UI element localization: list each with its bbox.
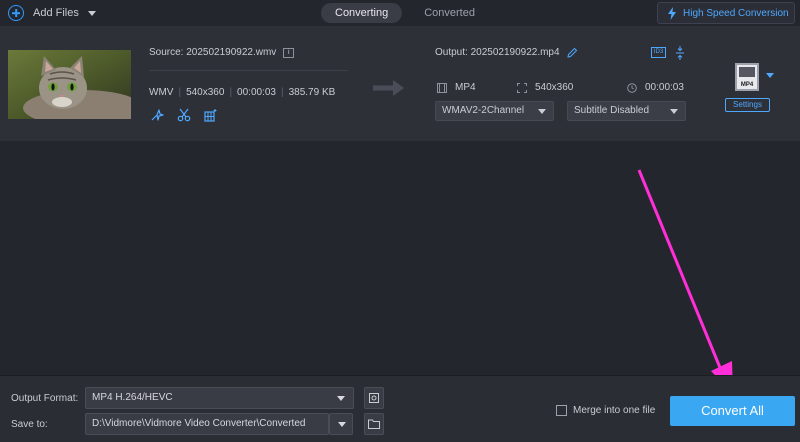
source-filename: Source: 202502190922.wmv i xyxy=(149,47,295,58)
save-to-label: Save to: xyxy=(11,419,48,430)
chevron-down-icon xyxy=(337,396,345,401)
audio-track-value: WMAV2-2Channel xyxy=(442,105,525,116)
file-item-row: Source: 202502190922.wmv i WMV | 540x360 |… xyxy=(0,26,800,141)
app-window: Add Files Converting Converted High Spee… xyxy=(0,0,800,442)
output-format: MP4 xyxy=(455,82,476,93)
subtitle-value: Subtitle Disabled xyxy=(574,105,650,116)
bottom-bar: Output Format: MP4 H.264/HEVC Save to: D… xyxy=(0,375,800,442)
output-duration-info: 00:00:03 xyxy=(627,82,684,93)
add-files-button[interactable]: Add Files xyxy=(8,4,96,22)
chevron-down-icon xyxy=(538,109,546,114)
video-thumbnail[interactable] xyxy=(8,50,131,119)
format-settings-icon xyxy=(369,393,379,403)
chevron-down-icon[interactable] xyxy=(766,73,774,78)
id3-tag-button[interactable]: ID3 xyxy=(651,47,666,58)
output-filename: Output: 202502190922.mp4 xyxy=(435,47,578,58)
source-size: 385.79 KB xyxy=(288,87,336,98)
output-format-label: Output Format: xyxy=(11,393,79,404)
output-resolution: 540x360 xyxy=(535,82,574,93)
source-format: WMV xyxy=(149,87,174,98)
divider xyxy=(149,70,348,71)
checkbox[interactable] xyxy=(556,405,567,416)
convert-all-button[interactable]: Convert All xyxy=(670,396,795,426)
info-icon[interactable]: i xyxy=(283,47,295,58)
tab-bar: Converting Converted xyxy=(321,3,489,23)
arrow-right-icon xyxy=(373,80,404,96)
plus-circle-icon xyxy=(8,5,24,21)
output-label: Output: 202502190922.mp4 xyxy=(435,47,560,58)
top-toolbar: Add Files Converting Converted High Spee… xyxy=(0,0,800,26)
source-duration: 00:00:03 xyxy=(237,87,276,98)
lightning-icon xyxy=(668,6,676,20)
edit-tools xyxy=(150,108,231,122)
save-path-value: D:\Vidmore\Vidmore Video Converter\Conve… xyxy=(92,418,306,429)
chevron-down-icon xyxy=(670,109,678,114)
subtitle-dropdown[interactable]: Subtitle Disabled xyxy=(567,101,686,121)
settings-button[interactable]: Settings xyxy=(725,98,770,112)
open-folder-button[interactable] xyxy=(364,413,384,435)
source-resolution: 540x360 xyxy=(186,87,225,98)
tab-converting[interactable]: Converting xyxy=(321,3,403,23)
output-duration: 00:00:03 xyxy=(645,82,684,93)
pencil-icon[interactable] xyxy=(566,47,578,58)
output-format-select[interactable]: MP4 H.264/HEVC xyxy=(85,387,354,409)
resize-icon xyxy=(517,82,527,93)
chevron-down-icon[interactable] xyxy=(87,10,96,16)
clock-icon xyxy=(627,82,637,93)
effects-icon[interactable] xyxy=(204,108,218,122)
format-settings-button[interactable] xyxy=(364,387,384,409)
compress-icon[interactable] xyxy=(675,46,685,60)
output-format-info: MP4 xyxy=(437,82,476,93)
merge-label: Merge into one file xyxy=(573,405,656,416)
tab-converted[interactable]: Converted xyxy=(410,3,489,23)
save-path-dropdown-button[interactable] xyxy=(329,413,353,435)
source-metadata: WMV | 540x360 | 00:00:03 | 385.79 KB xyxy=(149,87,336,98)
format-badge-label: MP4 xyxy=(740,82,754,88)
output-format-value: MP4 H.264/HEVC xyxy=(92,392,173,403)
save-path-field[interactable]: D:\Vidmore\Vidmore Video Converter\Conve… xyxy=(85,413,329,435)
high-speed-conversion-button[interactable]: High Speed Conversion xyxy=(657,2,795,24)
format-profile-icon[interactable]: MP4 xyxy=(735,63,759,91)
enhance-icon[interactable] xyxy=(150,108,164,122)
chevron-down-icon xyxy=(338,422,346,427)
high-speed-conversion-label: High Speed Conversion xyxy=(683,7,789,19)
folder-icon xyxy=(368,419,380,429)
film-icon xyxy=(437,82,447,93)
add-files-label: Add Files xyxy=(33,7,79,19)
cut-icon[interactable] xyxy=(177,108,191,122)
source-label: Source: 202502190922.wmv xyxy=(149,47,277,58)
audio-track-dropdown[interactable]: WMAV2-2Channel xyxy=(435,101,554,121)
kitten-thumbnail-image xyxy=(8,50,131,119)
output-resolution-info: 540x360 xyxy=(517,82,573,93)
film-strip-icon xyxy=(739,67,755,77)
merge-checkbox[interactable]: Merge into one file xyxy=(556,405,655,416)
